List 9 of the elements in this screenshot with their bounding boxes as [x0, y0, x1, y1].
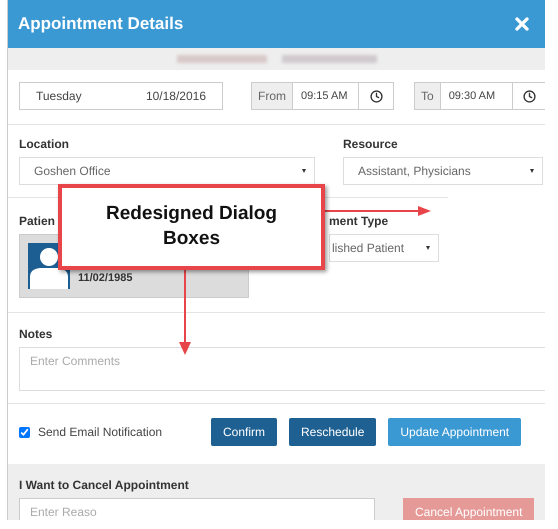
callout-text: Redesigned Dialog Boxes — [104, 202, 278, 251]
email-notification-label: Send Email Notification — [38, 425, 162, 439]
location-label: Location — [19, 137, 70, 151]
appointment-type-label: ment Type — [329, 214, 390, 228]
patient-dob: 11/02/1985 — [78, 272, 132, 284]
cancel-label: I Want to Cancel Appointment — [19, 478, 190, 492]
resource-label: Resource — [343, 137, 399, 151]
notes-label: Notes — [19, 327, 54, 341]
dialog-title: Appointment Details — [18, 14, 184, 34]
